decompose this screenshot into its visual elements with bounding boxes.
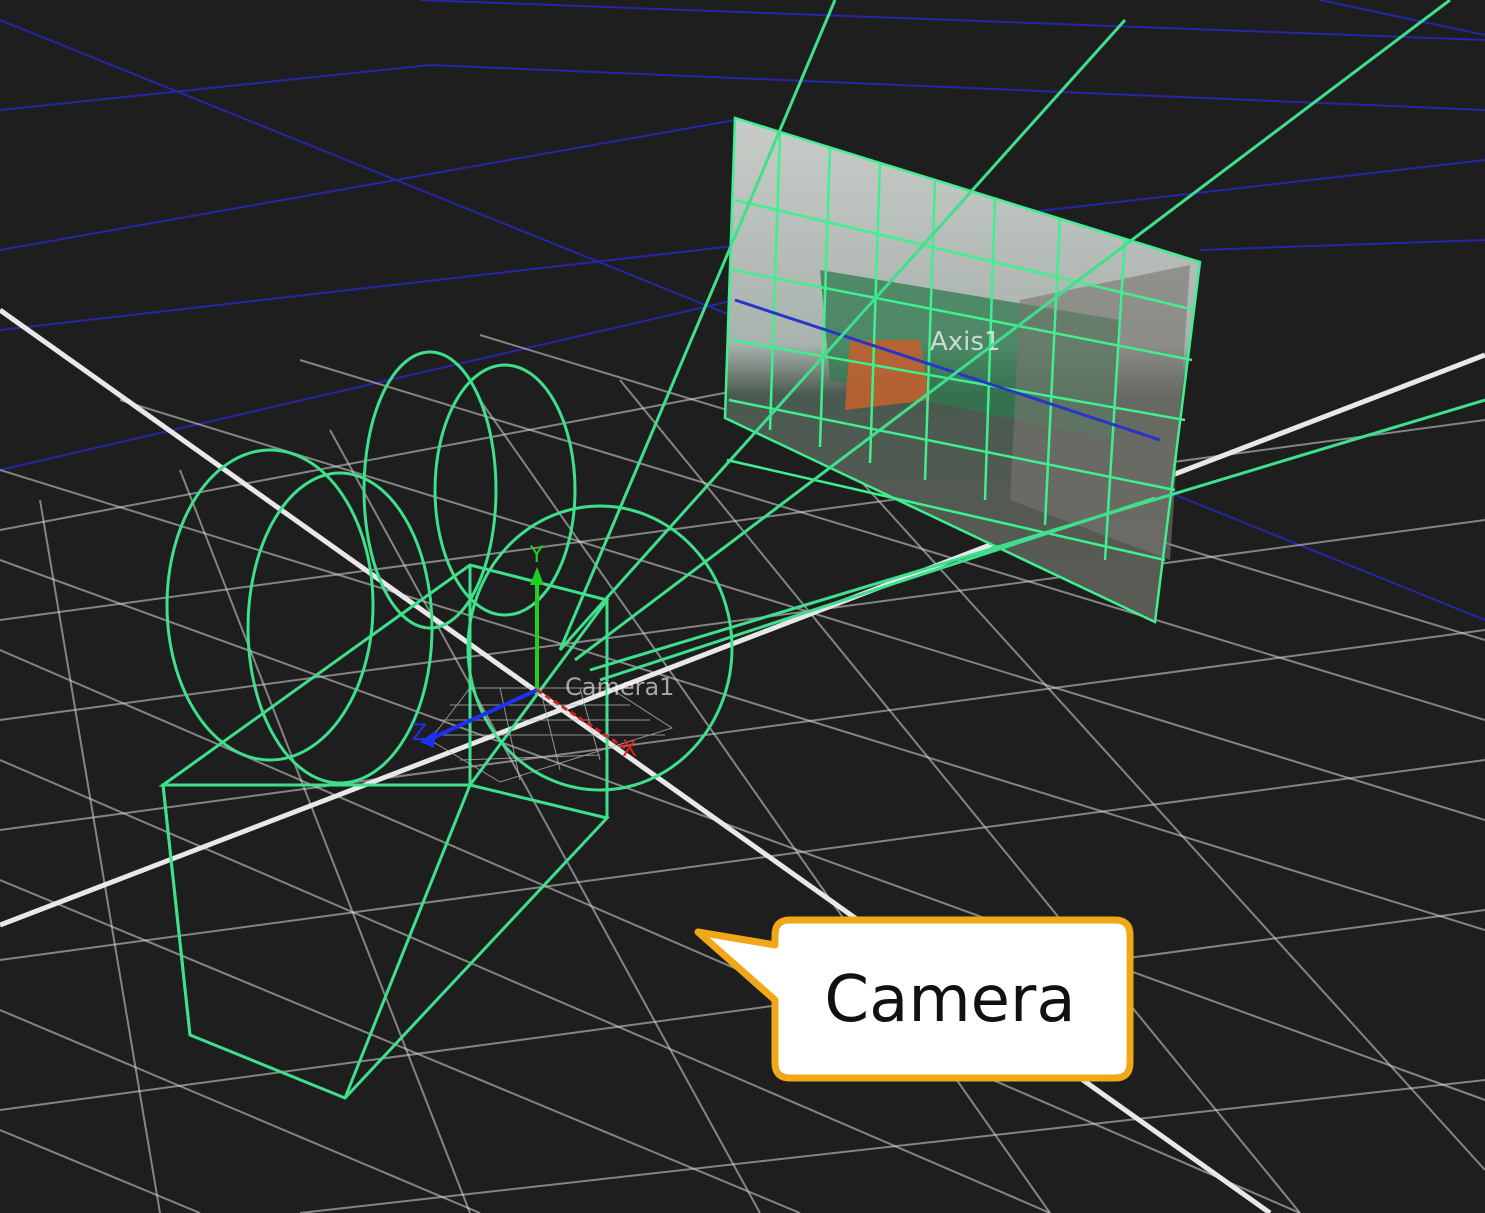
3d-viewport[interactable]: Axis1 Camera1 Y Z X [0, 0, 1485, 1213]
image-plane: Axis1 [723, 116, 1202, 624]
camera-model[interactable] [158, 350, 734, 1100]
axis-gizmo [420, 567, 626, 750]
axis-x-label: X [622, 737, 637, 762]
axis-z-label: Z [412, 721, 427, 746]
axis-label-text: Axis1 [930, 327, 1000, 357]
callout-label: Camera [824, 963, 1076, 1037]
camera-node-label: Camera1 [565, 673, 674, 701]
axis-y-label: Y [529, 543, 544, 568]
